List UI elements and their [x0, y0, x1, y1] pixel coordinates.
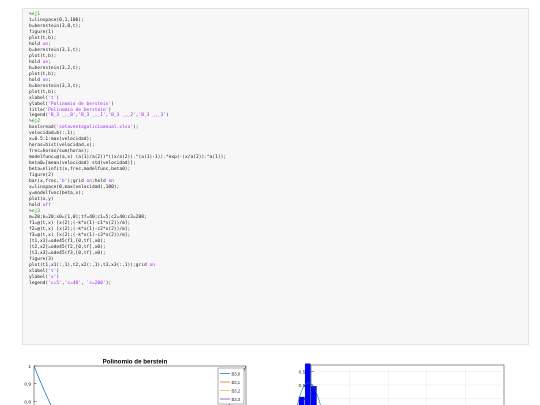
code-string: 'Polinomio de berstein' — [48, 101, 112, 107]
code-text: ylabel( — [29, 274, 49, 280]
chart-title: Polinomio de berstein — [103, 359, 168, 366]
legend-label: B3,3 — [232, 397, 241, 402]
code-keyword: on — [149, 262, 155, 268]
code-text: ; — [48, 41, 51, 47]
histogram-bar — [298, 396, 305, 405]
y-tick-label: 1 — [28, 364, 31, 370]
legend-label: B3,0 — [232, 371, 241, 376]
histogram-bar — [311, 386, 317, 405]
code-text: bxxlsread( — [29, 125, 57, 131]
code-text: ; — [48, 59, 51, 65]
legend: B3,0 B3,1 B3,2 B3,3 — [217, 367, 245, 405]
code-text: legend( — [29, 113, 49, 119]
plot-axes — [310, 364, 505, 405]
code-text: ) — [108, 107, 112, 113]
code-text: ); — [133, 125, 139, 131]
code-text: ); — [105, 280, 112, 286]
plot-axes — [33, 365, 247, 405]
code-string: 'sotaventogaliciaanual.xlsx' — [56, 125, 134, 131]
code-string: 'B_3 _,_0' — [48, 113, 76, 119]
y-tick-label: 0.9 — [24, 382, 31, 388]
code-string: 'B_3 _,_1' — [78, 113, 106, 119]
code-string: 'B_3 _,_3' — [138, 113, 166, 119]
code-text: hold — [29, 59, 43, 65]
code-keyword: off — [42, 203, 51, 208]
code-text: ;hold — [92, 179, 109, 185]
code-text: ) — [56, 274, 60, 280]
code-text: xlabel( — [29, 95, 49, 101]
code-string: 'B_3 _,_2' — [108, 113, 136, 119]
code-text: ylabel( — [29, 101, 49, 107]
plot-frame — [33, 365, 247, 405]
code-string: 'c=5' — [48, 280, 62, 286]
code-text: hold — [29, 41, 43, 47]
code-text: legend( — [29, 280, 49, 286]
figures-area: Polinomio de berstein 1 0.9 0.8 B3,0 B3,1 B3… — [0, 350, 540, 405]
code-text: ) — [165, 113, 169, 119]
code-block: %ej1 t=linspace(0,1,100); b=bernstein(3,0,… — [22, 8, 529, 345]
code-text: plot(t1,x1(:,1),t2,x2(:,1),t3,x3(:,1));g… — [29, 262, 150, 268]
code-text: );grid — [67, 179, 87, 185]
code-string: 'c=200' — [86, 280, 106, 286]
code-text: ) — [111, 101, 114, 107]
code-string: 'c=40' — [64, 280, 82, 286]
code-text: title( — [29, 107, 46, 113]
code-string: 'Polinomio de berstein' — [45, 107, 109, 113]
legend-label: B3,1 — [232, 380, 241, 385]
code-text: hold — [29, 203, 43, 208]
y-tick-label: 0.8 — [24, 399, 31, 405]
figure-1-bernstein: Polinomio de berstein 10.90.8 B3,0B3,1B3… — [24, 359, 247, 405]
code-line: legend('c=5','c=40', 'c=200'); — [29, 281, 528, 287]
code-text: hold — [29, 77, 43, 83]
legend-label: B3,2 — [232, 388, 241, 393]
histogram-bar — [304, 363, 311, 405]
figure-2-histogram: 0.560.550.54 — [297, 363, 505, 405]
code-keyword: on — [108, 179, 114, 185]
code-text: xlabel( — [29, 268, 49, 274]
code-text: ) — [56, 268, 60, 274]
code-text: ) — [56, 95, 60, 101]
code-lines: %ej1 t=linspace(0,1,100); b=bernstein(3,0,… — [23, 9, 528, 287]
code-text: bar(x,frec, — [29, 179, 60, 185]
code-text: ; — [48, 77, 51, 83]
